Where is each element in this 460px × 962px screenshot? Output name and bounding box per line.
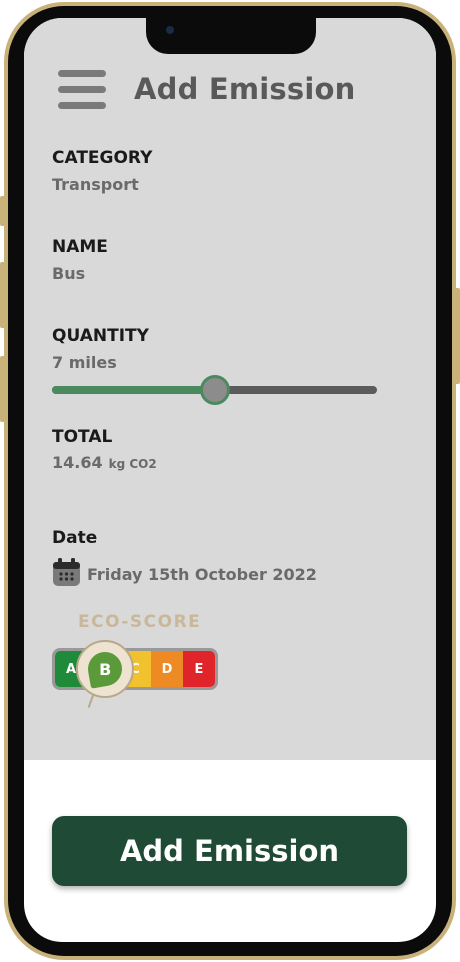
- name-value: Bus: [52, 264, 86, 283]
- eco-score-grade-e: E: [183, 651, 215, 687]
- eco-score-selected-grade: B: [98, 659, 112, 679]
- slider-thumb[interactable]: [199, 375, 230, 405]
- calendar-icon[interactable]: [52, 558, 81, 587]
- phone-side-button: [0, 196, 6, 226]
- name-label: NAME: [52, 237, 108, 257]
- menu-line: [58, 102, 106, 109]
- app-screen: Add Emission CATEGORY Transport NAME Bus…: [24, 18, 436, 942]
- quantity-label: QUANTITY: [52, 326, 149, 346]
- camera-icon: [166, 26, 174, 34]
- eco-score-title: ECO-SCORE: [78, 612, 202, 632]
- total-label: TOTAL: [52, 427, 113, 447]
- category-value: Transport: [52, 175, 139, 194]
- add-emission-button[interactable]: Add Emission: [52, 816, 407, 886]
- eco-score-grade-d: D: [151, 651, 183, 687]
- quantity-value: 7 miles: [52, 353, 117, 372]
- phone-notch: [146, 18, 316, 54]
- category-label: CATEGORY: [52, 148, 153, 168]
- slider-fill: [52, 386, 215, 394]
- phone-side-button: [0, 356, 6, 422]
- quantity-slider[interactable]: [52, 375, 377, 405]
- phone-side-button: [0, 262, 6, 328]
- eco-score-selected: B: [76, 640, 134, 698]
- phone-side-button: [454, 288, 460, 384]
- total-value-row: 14.64 kg CO2: [52, 453, 157, 472]
- menu-line: [58, 86, 106, 93]
- date-label: Date: [52, 528, 98, 548]
- total-unit: kg CO2: [108, 457, 157, 471]
- menu-line: [58, 70, 106, 77]
- page-title: Add Emission: [134, 72, 356, 106]
- hamburger-menu-icon[interactable]: [58, 70, 106, 110]
- leaf-icon: B: [85, 649, 125, 689]
- total-value: 14.64: [52, 453, 103, 472]
- date-value[interactable]: Friday 15th October 2022: [87, 565, 317, 584]
